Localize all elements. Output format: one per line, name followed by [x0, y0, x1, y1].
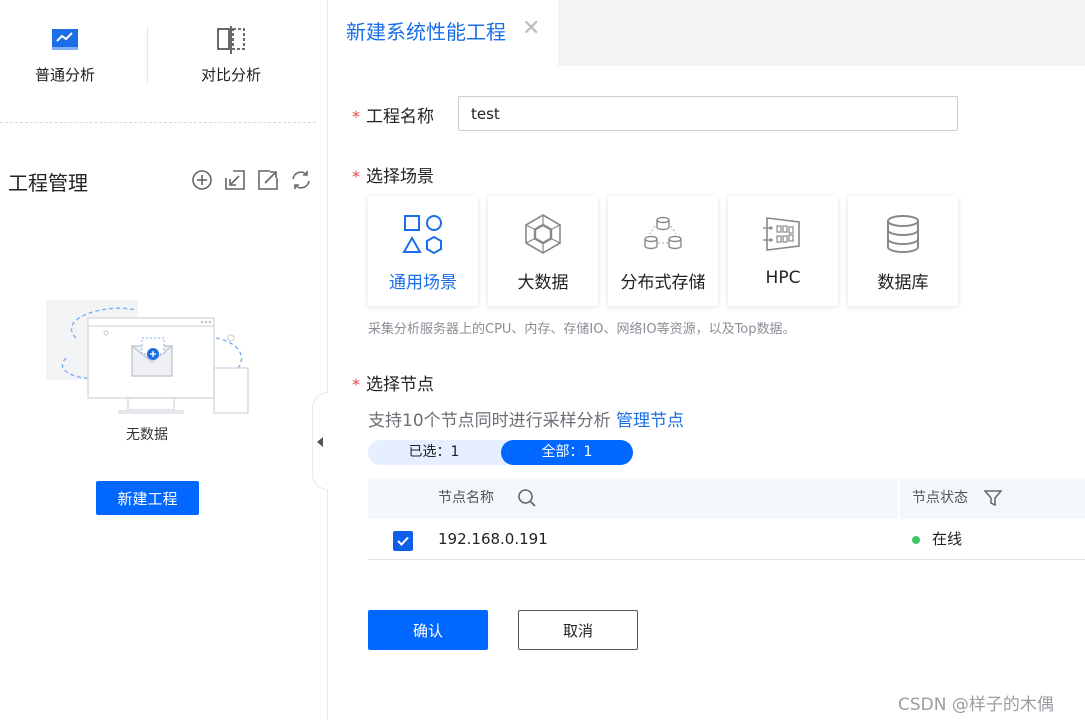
node-label: * 选择节点	[352, 370, 434, 395]
tab-new-system-performance-project[interactable]: 新建系统性能工程 ✕	[328, 0, 558, 66]
database-icon	[887, 215, 919, 253]
project-name-label: * 工程名称	[352, 102, 434, 127]
watermark: CSDN @样子的木偶	[898, 695, 1054, 715]
scene-database[interactable]: 数据库	[848, 196, 958, 306]
scene-label: HPC	[765, 268, 801, 288]
required-mark: *	[352, 167, 360, 186]
tab-bar-empty-area	[558, 0, 1085, 66]
sidebar-collapse-handle[interactable]	[312, 392, 328, 490]
required-mark: *	[352, 107, 360, 126]
sidebar: 普通分析 对比分析 工程管理 无数据 新建工程	[0, 0, 328, 720]
app-root: 普通分析 对比分析 工程管理 无数据 新建工程 新建系统性能工程 ✕ * 工程名…	[0, 0, 1085, 720]
add-circle-icon[interactable]	[190, 168, 214, 192]
empty-state-illustration	[46, 300, 249, 414]
node-table: 节点名称 节点状态 192.168.0.191 在线	[368, 478, 1085, 560]
scene-label: * 选择场景	[352, 162, 434, 187]
label-text: 选择节点	[366, 375, 434, 395]
shapes-icon	[402, 215, 442, 255]
node-hint-text: 支持10个节点同时进行采样分析	[368, 411, 611, 431]
scene-label: 通用场景	[389, 273, 457, 293]
scene-description: 采集分析服务器上的CPU、内存、存储IO、网络IO等资源，以及Top数据。	[368, 322, 796, 337]
distributed-storage-icon	[644, 216, 682, 250]
import-icon[interactable]	[223, 168, 247, 192]
analysis-mode-switch: 普通分析 对比分析	[0, 0, 328, 120]
row-checkbox[interactable]	[393, 531, 413, 551]
column-divider	[898, 478, 900, 519]
tab-title: 新建系统性能工程	[346, 20, 506, 44]
server-board-icon	[763, 217, 800, 251]
label-text: 工程名称	[366, 107, 434, 127]
hexagon-network-icon	[525, 214, 561, 254]
scene-big-data[interactable]: 大数据	[488, 196, 598, 306]
mode-divider	[147, 26, 148, 84]
filter-icon[interactable]	[982, 487, 1004, 509]
chevron-left-icon	[317, 437, 323, 447]
project-management-header: 工程管理	[8, 164, 313, 196]
node-status: 在线	[932, 530, 963, 548]
scene-label: 数据库	[877, 273, 929, 293]
project-management-title: 工程管理	[8, 171, 88, 195]
required-mark: *	[352, 375, 360, 394]
close-icon[interactable]: ✕	[522, 18, 540, 40]
compare-split-icon	[217, 26, 245, 54]
table-header: 节点名称 节点状态	[368, 478, 1085, 519]
tab-bar: 新建系统性能工程 ✕	[328, 0, 1085, 66]
project-toolbar	[190, 168, 313, 192]
new-project-button[interactable]: 新建工程	[96, 481, 199, 515]
mode-compare-analysis[interactable]: 对比分析	[166, 24, 296, 94]
search-icon[interactable]	[516, 487, 538, 509]
checkmark-icon	[397, 536, 409, 546]
confirm-button[interactable]: 确认	[368, 610, 488, 650]
scene-distributed-storage[interactable]: 分布式存储	[608, 196, 718, 306]
scene-general[interactable]: 通用场景	[368, 196, 478, 306]
node-ip: 192.168.0.191	[438, 530, 548, 548]
segment-all[interactable]: 全部：1	[501, 440, 633, 465]
export-icon[interactable]	[256, 168, 280, 192]
section-divider	[0, 122, 316, 123]
scene-label: 分布式存储	[620, 273, 706, 293]
project-name-input[interactable]	[458, 96, 958, 131]
refresh-icon[interactable]	[289, 168, 313, 192]
cancel-button[interactable]: 取消	[518, 610, 638, 650]
online-status-dot	[912, 536, 920, 544]
scene-hpc[interactable]: HPC	[728, 196, 838, 306]
column-header-node-status: 节点状态	[912, 490, 968, 506]
column-header-node-name: 节点名称	[438, 490, 494, 506]
empty-state-text: 无数据	[126, 427, 168, 443]
node-hint: 支持10个节点同时进行采样分析 管理节点	[368, 406, 684, 431]
monitor-chart-icon	[52, 29, 78, 50]
label-text: 选择场景	[366, 167, 434, 187]
table-row[interactable]: 192.168.0.191 在线	[368, 519, 1085, 560]
manage-nodes-link[interactable]: 管理节点	[616, 411, 684, 431]
node-filter-segmented: 已选：1 全部：1	[368, 440, 633, 465]
scene-label: 大数据	[517, 273, 569, 293]
mode-label: 对比分析	[200, 66, 261, 84]
mode-normal-analysis[interactable]: 普通分析	[0, 24, 130, 94]
segment-selected[interactable]: 已选：1	[368, 440, 500, 465]
mode-label: 普通分析	[34, 66, 95, 84]
